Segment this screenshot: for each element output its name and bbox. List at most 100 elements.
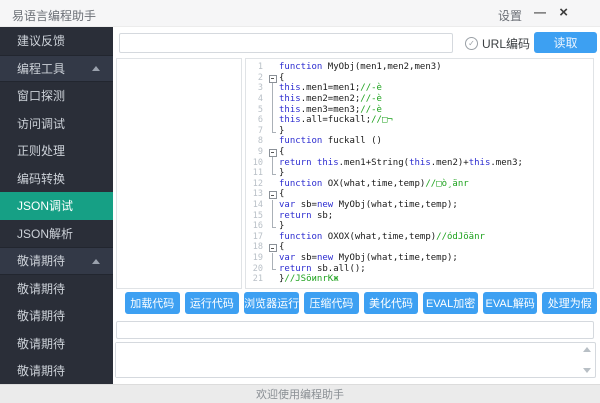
line-number: 3 xyxy=(257,83,263,94)
code-text: } xyxy=(279,221,285,232)
close-button[interactable]: × xyxy=(559,4,568,21)
status-bar: 欢迎使用编程助手 xyxy=(0,384,600,403)
line-number: 10 xyxy=(252,157,263,168)
code-line: 13 { xyxy=(246,189,593,200)
code-text: function OX(what,time,temp)//□ò¸änr xyxy=(279,178,469,189)
url-encode-label: URL编码 xyxy=(482,37,531,51)
code-line: 20 return sb.all(); xyxy=(246,263,593,274)
sidebar-item-json-parse[interactable]: JSON解析 xyxy=(0,220,113,248)
action-button-compress-code[interactable]: 压缩代码 xyxy=(304,292,359,314)
line-number: 18 xyxy=(252,242,263,253)
code-line: 4 this.men2=men2;//-è xyxy=(246,93,593,105)
sidebar: 建议反馈 编程工具 窗口探测 访问调试 正则处理 编码转换 JSON调试 JSON解析 敬请期待… xyxy=(0,27,113,384)
code-line: 10 return this.men1+String(this.men2)+thi… xyxy=(246,157,593,168)
fold-gutter xyxy=(268,274,279,285)
sidebar-item-label: 敬请期待 xyxy=(17,254,66,269)
scroll-down-icon[interactable] xyxy=(583,368,591,373)
line-number: 19 xyxy=(252,252,263,263)
code-text: this.all=fuckall;//□¬ xyxy=(279,115,393,126)
action-button-eval-encrypt[interactable]: EVAL加密 xyxy=(423,292,478,314)
secondary-input[interactable] xyxy=(116,321,594,339)
sidebar-item-encode-convert[interactable]: 编码转换 xyxy=(0,165,113,193)
action-button-browser-run[interactable]: 浏览器运行 xyxy=(244,292,300,314)
line-number: 12 xyxy=(252,178,263,189)
fold-marker-icon[interactable] xyxy=(268,147,279,158)
code-line: 21}//JSöиnrКж xyxy=(246,274,593,285)
code-text: function OXOX(what,time,temp)//ódJöänr xyxy=(279,231,485,242)
fold-marker-icon xyxy=(268,252,279,264)
line-number: 20 xyxy=(252,263,263,274)
code-text: return sb; xyxy=(279,210,334,221)
line-number: 1 xyxy=(257,62,263,73)
sidebar-item-coming-2[interactable]: 敬请期待 xyxy=(0,302,113,330)
line-number: 14 xyxy=(252,200,263,211)
action-button-beautify-code[interactable]: 美化代码 xyxy=(363,292,419,314)
result-panel[interactable] xyxy=(116,58,242,289)
code-line: 16} xyxy=(246,220,593,232)
code-line: 18 { xyxy=(246,242,593,253)
sidebar-item-coming-4[interactable]: 敬请期待 xyxy=(0,357,113,384)
fold-marker-icon[interactable] xyxy=(268,242,279,253)
sidebar-item-regex-process[interactable]: 正则处理 xyxy=(0,137,113,165)
code-line: 9{ xyxy=(246,147,593,158)
code-text: this.men2=men2;//-è xyxy=(279,94,382,105)
sidebar-item-label: 正则处理 xyxy=(17,144,66,159)
action-button-eval-decode[interactable]: EVAL解码 xyxy=(482,292,538,314)
code-line: 12 function OX(what,time,temp)//□ò¸änr xyxy=(246,179,593,190)
code-text: return sb.all(); xyxy=(279,263,366,274)
app-title: 易语言编程助手 xyxy=(12,9,97,23)
status-text: 欢迎使用编程助手 xyxy=(256,389,344,401)
line-number: 15 xyxy=(252,210,263,221)
sidebar-item-label: 窗口探测 xyxy=(17,89,66,104)
sidebar-item-coming-1[interactable]: 敬请期待 xyxy=(0,275,113,303)
action-button-run-code[interactable]: 运行代码 xyxy=(184,292,240,314)
line-number: 9 xyxy=(257,147,263,158)
read-button[interactable]: 读取 xyxy=(534,32,597,53)
minimize-button[interactable]: — xyxy=(534,5,546,19)
sidebar-item-label: 编码转换 xyxy=(17,171,66,186)
url-input[interactable] xyxy=(119,33,453,53)
line-number: 21 xyxy=(252,274,263,285)
scroll-up-icon[interactable] xyxy=(583,347,591,352)
sidebar-item-label: JSON解析 xyxy=(17,226,74,241)
sidebar-item-window-detect[interactable]: 窗口探测 xyxy=(0,82,113,110)
fold-marker-icon[interactable] xyxy=(268,189,279,200)
textarea-scrollbar[interactable] xyxy=(581,343,595,377)
fold-gutter xyxy=(268,179,279,190)
sidebar-item-coming-group[interactable]: 敬请期待 xyxy=(0,247,113,275)
sidebar-item-coming-3[interactable]: 敬请期待 xyxy=(0,330,113,358)
action-button-load-code[interactable]: 加载代码 xyxy=(125,292,180,314)
output-textarea[interactable] xyxy=(116,343,581,377)
code-editor[interactable]: 1 function MyObj(men1,men2,men3) 2{3 this.m… xyxy=(245,58,594,289)
fold-marker-icon[interactable] xyxy=(268,73,279,84)
line-number: 6 xyxy=(257,115,263,126)
sidebar-item-access-debug[interactable]: 访问调试 xyxy=(0,110,113,138)
fold-gutter xyxy=(268,62,279,73)
action-button-process-fake[interactable]: 处理为假 xyxy=(542,292,598,314)
sidebar-item-feedback[interactable]: 建议反馈 xyxy=(0,27,113,55)
sidebar-item-tools-group[interactable]: 编程工具 xyxy=(0,54,113,82)
code-line: 3 this.men1=men1;//-è xyxy=(246,83,593,94)
line-number: 8 xyxy=(257,136,263,147)
line-number: 7 xyxy=(257,125,263,136)
code-text: this.men3=men3;//-è xyxy=(279,104,382,115)
app-window: 易语言编程助手 设置 — × 建议反馈编程工具窗口探测访问调试正则处理编码转换 J… xyxy=(0,0,600,403)
sidebar-item-label: 建议反馈 xyxy=(17,34,66,49)
sidebar-item-label: 敬请期待 xyxy=(17,364,66,379)
code-line: 2{ xyxy=(246,73,593,84)
line-number: 2 xyxy=(257,72,263,83)
code-text: function MyObj(men1,men2,men3) xyxy=(279,62,442,73)
sidebar-item-label: 敬请期待 xyxy=(17,309,66,324)
code-text: } xyxy=(279,168,285,179)
code-line: 8 function fuckall () xyxy=(246,136,593,147)
fold-marker-icon xyxy=(268,125,279,137)
code-line: 7} xyxy=(246,125,593,137)
url-encode-toggle[interactable]: ✓ URL编码 xyxy=(465,35,530,52)
fold-marker-icon xyxy=(268,104,279,115)
line-number: 13 xyxy=(252,189,263,200)
line-number: 17 xyxy=(252,231,263,242)
code-line: 19 var sb=new MyObj(what,time,temp); xyxy=(246,252,593,264)
settings-button[interactable]: 设置 xyxy=(498,7,522,24)
collapse-arrow-icon xyxy=(92,66,100,72)
sidebar-item-json-debug[interactable]: JSON调试 xyxy=(0,192,113,220)
